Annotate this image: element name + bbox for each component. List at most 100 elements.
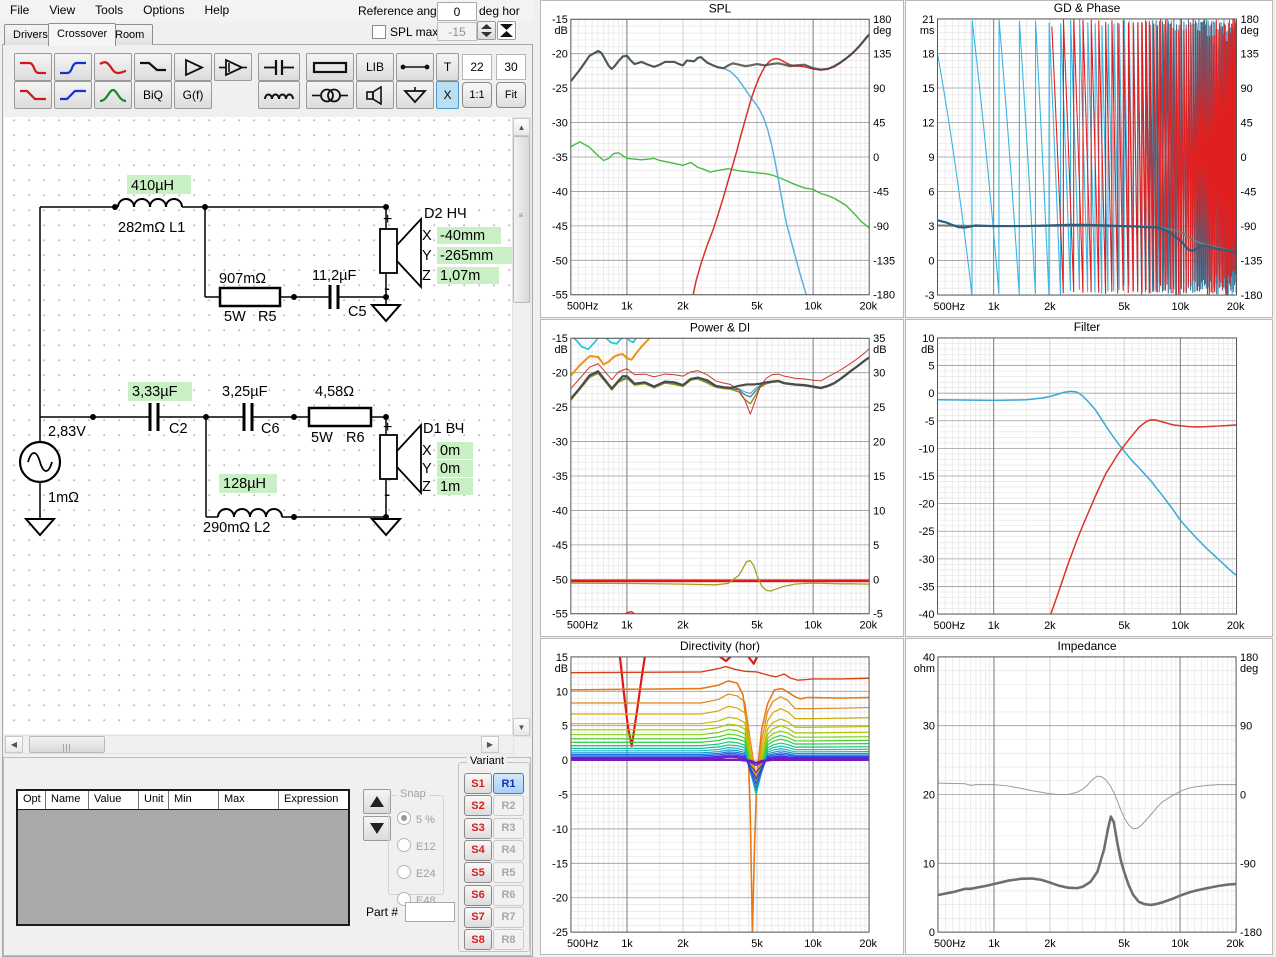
part-number-input[interactable] [405, 902, 455, 922]
lowshelf-button[interactable] [14, 81, 52, 109]
chart-impedance: Impedance40ohm3020100180deg900-90-180500… [914, 639, 1262, 950]
amplifier-button[interactable] [174, 53, 212, 81]
chart-filter: Filter10dB50-5-10-15-20-25-30-35-40500Hz… [919, 320, 1245, 632]
zoom-fit-button[interactable]: Fit [496, 82, 526, 108]
schematic-canvas[interactable]: 410µH 282mΩ L1 907mΩ 5W R5 11,2µF C5 + -… [4, 117, 512, 734]
grid-size-input[interactable]: 22 [462, 54, 492, 80]
chart-power-di: Power & DI-15dB-20-25-30-35-40-45-50-553… [552, 320, 886, 632]
inductor-button[interactable] [258, 81, 300, 109]
menu-item-help[interactable]: Help [195, 0, 240, 20]
scroll-left-button[interactable]: ◀ [5, 736, 23, 753]
voltage-source[interactable] [18, 440, 62, 484]
biquad-button[interactable]: BiQ [134, 81, 172, 109]
move-up-button[interactable] [363, 789, 391, 814]
variant-s3-button[interactable]: S3 [464, 817, 492, 839]
transformer-button[interactable] [306, 81, 354, 109]
x-tick: 1k [621, 620, 633, 632]
x-tick: 5k [1118, 301, 1130, 313]
right-axis-unit: deg [1240, 663, 1258, 675]
tab-crossover[interactable]: Crossover [48, 23, 117, 46]
left-tick: -40 [552, 186, 568, 198]
variant-s8-button[interactable]: S8 [464, 929, 492, 951]
capacitor-button[interactable] [258, 53, 300, 81]
chart-title: GD & Phase [1054, 1, 1121, 15]
ground-button[interactable] [396, 81, 434, 109]
lowpass-button[interactable] [14, 53, 52, 81]
variant-r7-button[interactable]: R7 [493, 906, 524, 928]
snap-radio-E12[interactable] [397, 838, 411, 852]
variant-r8-button[interactable]: R8 [493, 929, 524, 951]
r6-name: R6 [346, 430, 365, 446]
variant-r3-button[interactable]: R3 [493, 817, 524, 839]
menu-item-view[interactable]: View [39, 0, 85, 20]
font-size-input[interactable]: 30 [496, 54, 526, 80]
variant-r2-button[interactable]: R2 [493, 795, 524, 817]
variant-s2-button[interactable]: S2 [464, 795, 492, 817]
variant-s4-button[interactable]: S4 [464, 839, 492, 861]
spl-max-checkbox[interactable] [372, 25, 386, 39]
left-tick: 10 [556, 686, 568, 698]
left-tick: -10 [552, 824, 568, 836]
chart-title: SPL [709, 1, 732, 15]
reference-angle-input[interactable] [437, 2, 477, 21]
highpass-button[interactable] [54, 53, 92, 81]
component-table[interactable]: Opt Name Value Unit Min Max Expression [16, 789, 350, 926]
opamp-button[interactable] [214, 53, 252, 81]
library-button[interactable]: LIB [356, 53, 394, 81]
resistor-button[interactable] [306, 53, 354, 81]
variant-s6-button[interactable]: S6 [464, 884, 492, 906]
left-tick: -25 [552, 927, 568, 939]
left-tick: 3 [928, 221, 934, 233]
resistor-r6[interactable] [307, 406, 373, 428]
charts-grid: SPL -15 dB -20 -25 -30 -35 -40 -45 -50 -55 180 deg 13… [540, 0, 1276, 957]
left-tick: -50 [552, 574, 568, 586]
variant-r1-button[interactable]: R1 [493, 773, 524, 794]
left-tick: 5 [562, 721, 568, 733]
scroll-up-button[interactable]: ▲ [513, 118, 530, 136]
vscroll-thumb[interactable]: ≡ [513, 136, 530, 303]
right-axis-unit: deg [1241, 25, 1259, 37]
variant-r5-button[interactable]: R5 [493, 862, 524, 884]
move-down-button[interactable] [363, 816, 391, 841]
right-tick: 25 [873, 402, 885, 414]
scroll-down-button[interactable]: ▼ [513, 718, 530, 736]
wire-button[interactable] [396, 53, 434, 81]
resistor-r5[interactable] [218, 286, 282, 308]
hscroll-thumb[interactable]: ||| [29, 736, 105, 753]
delete-tool-button[interactable]: X [436, 81, 459, 109]
x-tick: 20k [1227, 301, 1245, 313]
bandpass-button[interactable] [94, 53, 132, 81]
variant-s7-button[interactable]: S7 [464, 906, 492, 928]
gain-function-button[interactable]: G(f) [174, 81, 212, 109]
c2-value: 3,33µF [132, 384, 178, 400]
menu-item-file[interactable]: File [0, 0, 39, 20]
series-gd-total [937, 224, 1237, 254]
series-di-red-blip [625, 610, 636, 614]
shelf-button[interactable] [134, 53, 172, 81]
zoom-1to1-button[interactable]: 1:1 [462, 82, 492, 108]
driver-button[interactable] [356, 81, 394, 109]
right-tick: 0 [873, 152, 879, 164]
schematic-vscrollbar[interactable]: ▲ ≡ ▼ [512, 117, 531, 737]
snap-radio-5%[interactable] [397, 811, 411, 825]
capacitor-icon [264, 59, 294, 75]
menu-item-tools[interactable]: Tools [85, 0, 133, 20]
peak-eq-button[interactable] [94, 81, 132, 109]
variant-s1-button[interactable]: S1 [464, 773, 492, 794]
highshelf-button[interactable] [54, 81, 92, 109]
menu-item-options[interactable]: Options [133, 0, 194, 20]
snap-radio-E24[interactable] [397, 865, 411, 879]
variant-r6-button[interactable]: R6 [493, 884, 524, 906]
fit-vertical-button[interactable] [497, 21, 516, 40]
d1-y-value: 0m [440, 461, 460, 477]
spin-updown-button[interactable] [477, 21, 496, 40]
left-tick: 6 [928, 187, 934, 199]
variant-r4-button[interactable]: R4 [493, 839, 524, 861]
variant-s5-button[interactable]: S5 [464, 862, 492, 884]
scroll-right-button[interactable]: ▶ [481, 736, 499, 753]
text-tool-button[interactable]: T [436, 53, 459, 81]
x-tick: 10k [1172, 301, 1190, 313]
schematic-hscrollbar[interactable]: ◀ ||| ▶ [4, 735, 514, 754]
r5-value: 907mΩ [219, 271, 266, 287]
left-axis-unit: dB [921, 344, 934, 356]
